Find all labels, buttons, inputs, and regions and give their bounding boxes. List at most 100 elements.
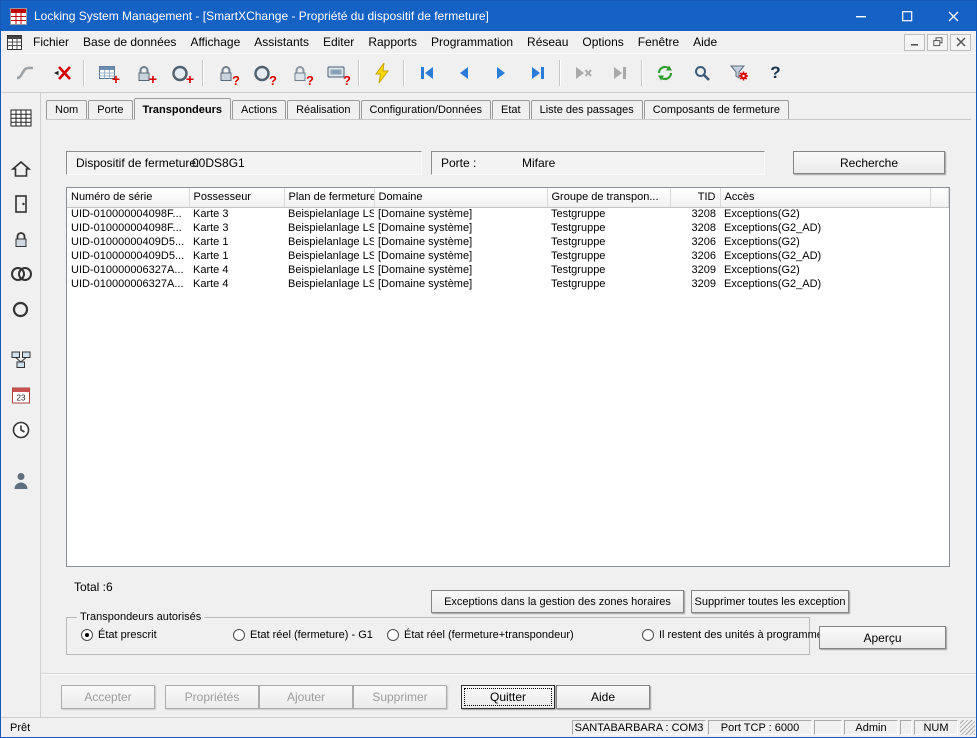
tab-porte[interactable]: Porte [88, 100, 132, 119]
radio-etat-reel-fermeture-transpondeur[interactable]: État réel (fermeture+transpondeur) [387, 629, 574, 641]
document-icon[interactable] [7, 34, 23, 50]
table-cell: Exceptions(G2_AD) [720, 249, 930, 263]
mdi-restore-button[interactable] [927, 34, 948, 51]
new-transponder-button[interactable]: + [162, 58, 199, 89]
connect-database-button[interactable] [6, 58, 43, 89]
mdi-minimize-button[interactable] [904, 34, 925, 51]
program-button[interactable] [363, 58, 400, 89]
column-header-plan-de-fermeture[interactable]: Plan de fermeture [284, 188, 374, 207]
menu-rapports[interactable]: Rapports [361, 31, 424, 53]
person-button[interactable] [5, 466, 37, 496]
column-header-numero-de-serie[interactable]: Numéro de série [67, 188, 189, 207]
column-header-groupe-de-transpon[interactable]: Groupe de transpon... [547, 188, 670, 207]
tab-realisation[interactable]: Réalisation [287, 100, 359, 119]
tab-configuration-donnees[interactable]: Configuration/Données [361, 100, 492, 119]
accepter-button: Accepter [61, 685, 155, 709]
column-header-possesseur[interactable]: Possesseur [189, 188, 284, 207]
table-cell: Beispielanlage LSM ... [284, 235, 374, 249]
table-row[interactable]: UID-010000004098F...Karte 3Beispielanlag… [67, 207, 949, 221]
menu-reseau[interactable]: Réseau [520, 31, 575, 53]
tab-etat[interactable]: Etat [492, 100, 530, 119]
door-button[interactable] [5, 189, 37, 219]
table-cell: UID-010000006327A... [67, 277, 189, 291]
calendar-button[interactable]: 23 [5, 380, 37, 410]
transponder-icon [11, 300, 30, 319]
menu-editer[interactable]: Editer [316, 31, 361, 53]
table-cell [930, 249, 949, 263]
table-row[interactable]: UID-01000000409D5...Karte 1Beispielanlag… [67, 235, 949, 249]
home-button[interactable] [5, 154, 37, 184]
help-button[interactable]: ? [757, 58, 794, 89]
delete-exceptions-button[interactable]: Supprimer toutes les exception [691, 590, 849, 613]
network-button[interactable] [5, 345, 37, 375]
new-locking-system-button[interactable]: + [88, 58, 125, 89]
time-zone-plan-button[interactable] [5, 415, 37, 445]
table-row[interactable]: UID-01000000409D5...Karte 1Beispielanlag… [67, 249, 949, 263]
refresh-button[interactable] [646, 58, 683, 89]
filter-settings-button[interactable] [720, 58, 757, 89]
search-icon [693, 64, 711, 82]
next-record-button[interactable] [482, 58, 519, 89]
table-cell: 3208 [670, 207, 720, 221]
radio-etat-prescrit[interactable]: État prescrit [81, 629, 157, 641]
tab-nom[interactable]: Nom [46, 100, 87, 119]
menu-aide[interactable]: Aide [686, 31, 724, 53]
matrix-view-button[interactable] [5, 103, 37, 133]
radio-circle-icon [642, 629, 654, 641]
menu-fichier[interactable]: Fichier [26, 31, 76, 53]
tab-composants-de-fermeture[interactable]: Composants de fermeture [644, 100, 789, 119]
radio-il-restent-des-unites-a-programmer[interactable]: Il restent des unités à programmer [642, 629, 827, 641]
transponder-button[interactable] [5, 294, 37, 324]
menu-assistants[interactable]: Assistants [247, 31, 316, 53]
table-row[interactable]: UID-010000006327A...Karte 4Beispielanlag… [67, 277, 949, 291]
table-cell: Exceptions(G2) [720, 207, 930, 221]
mdi-close-button[interactable] [950, 34, 971, 51]
tab-transpondeurs[interactable]: Transpondeurs [134, 98, 231, 120]
menu-base-de-donnees[interactable]: Base de données [76, 31, 183, 53]
read-card-button[interactable]: ? [318, 58, 355, 89]
radio-etat-reel-fermeture-g1[interactable]: Etat réel (fermeture) - G1 [233, 629, 373, 641]
column-header-domaine[interactable]: Domaine [374, 188, 547, 207]
column-header-stub [930, 188, 949, 207]
table-row[interactable]: UID-010000004098F...Karte 3Beispielanlag… [67, 221, 949, 235]
tab-actions[interactable]: Actions [232, 100, 286, 119]
search-button[interactable] [683, 58, 720, 89]
last-record-button[interactable] [519, 58, 556, 89]
transponder-groups-button[interactable] [5, 259, 37, 289]
door-field: Porte : Mifare [431, 151, 765, 175]
radio-circle-icon [387, 629, 399, 641]
resize-grip-icon[interactable] [960, 720, 975, 735]
previous-record-button[interactable] [445, 58, 482, 89]
lock-button[interactable] [5, 224, 37, 254]
menu-programmation[interactable]: Programmation [424, 31, 520, 53]
recherche-button[interactable]: Recherche [793, 151, 945, 174]
aide-button[interactable]: Aide [556, 685, 650, 709]
exceptions-button[interactable]: Exceptions dans la gestion des zones hor… [431, 590, 684, 613]
menu-options[interactable]: Options [575, 31, 630, 53]
new-lock-button[interactable]: + [125, 58, 162, 89]
toolbar-separator [358, 60, 360, 86]
read-transponder-button[interactable]: ? [244, 58, 281, 89]
apercu-button[interactable]: Aperçu [819, 626, 946, 649]
plus-badge-icon: + [149, 72, 157, 86]
minimize-button[interactable] [838, 1, 884, 31]
clock-icon [11, 420, 31, 440]
table-cell: Testgruppe [547, 249, 670, 263]
column-header-tid[interactable]: TID [670, 188, 720, 207]
table-cell [930, 235, 949, 249]
transponder-table[interactable]: Numéro de sériePossesseurPlan de fermetu… [66, 187, 950, 567]
calendar-icon: 23 [11, 385, 31, 405]
menu-fenetre[interactable]: Fenêtre [631, 31, 686, 53]
table-row[interactable]: UID-010000006327A...Karte 4Beispielanlag… [67, 263, 949, 277]
tab-liste-des-passages[interactable]: Liste des passages [531, 100, 643, 119]
disconnect-database-button[interactable] [43, 58, 80, 89]
first-record-button[interactable] [408, 58, 445, 89]
maximize-button[interactable] [884, 1, 930, 31]
menu-affichage[interactable]: Affichage [183, 31, 247, 53]
table-cell [930, 207, 949, 221]
column-header-acces[interactable]: Accès [720, 188, 930, 207]
read-lock-button[interactable]: ? [207, 58, 244, 89]
quitter-button[interactable]: Quitter [461, 685, 555, 709]
read-mifare-lock-button[interactable]: ? [281, 58, 318, 89]
close-button[interactable] [930, 1, 976, 31]
